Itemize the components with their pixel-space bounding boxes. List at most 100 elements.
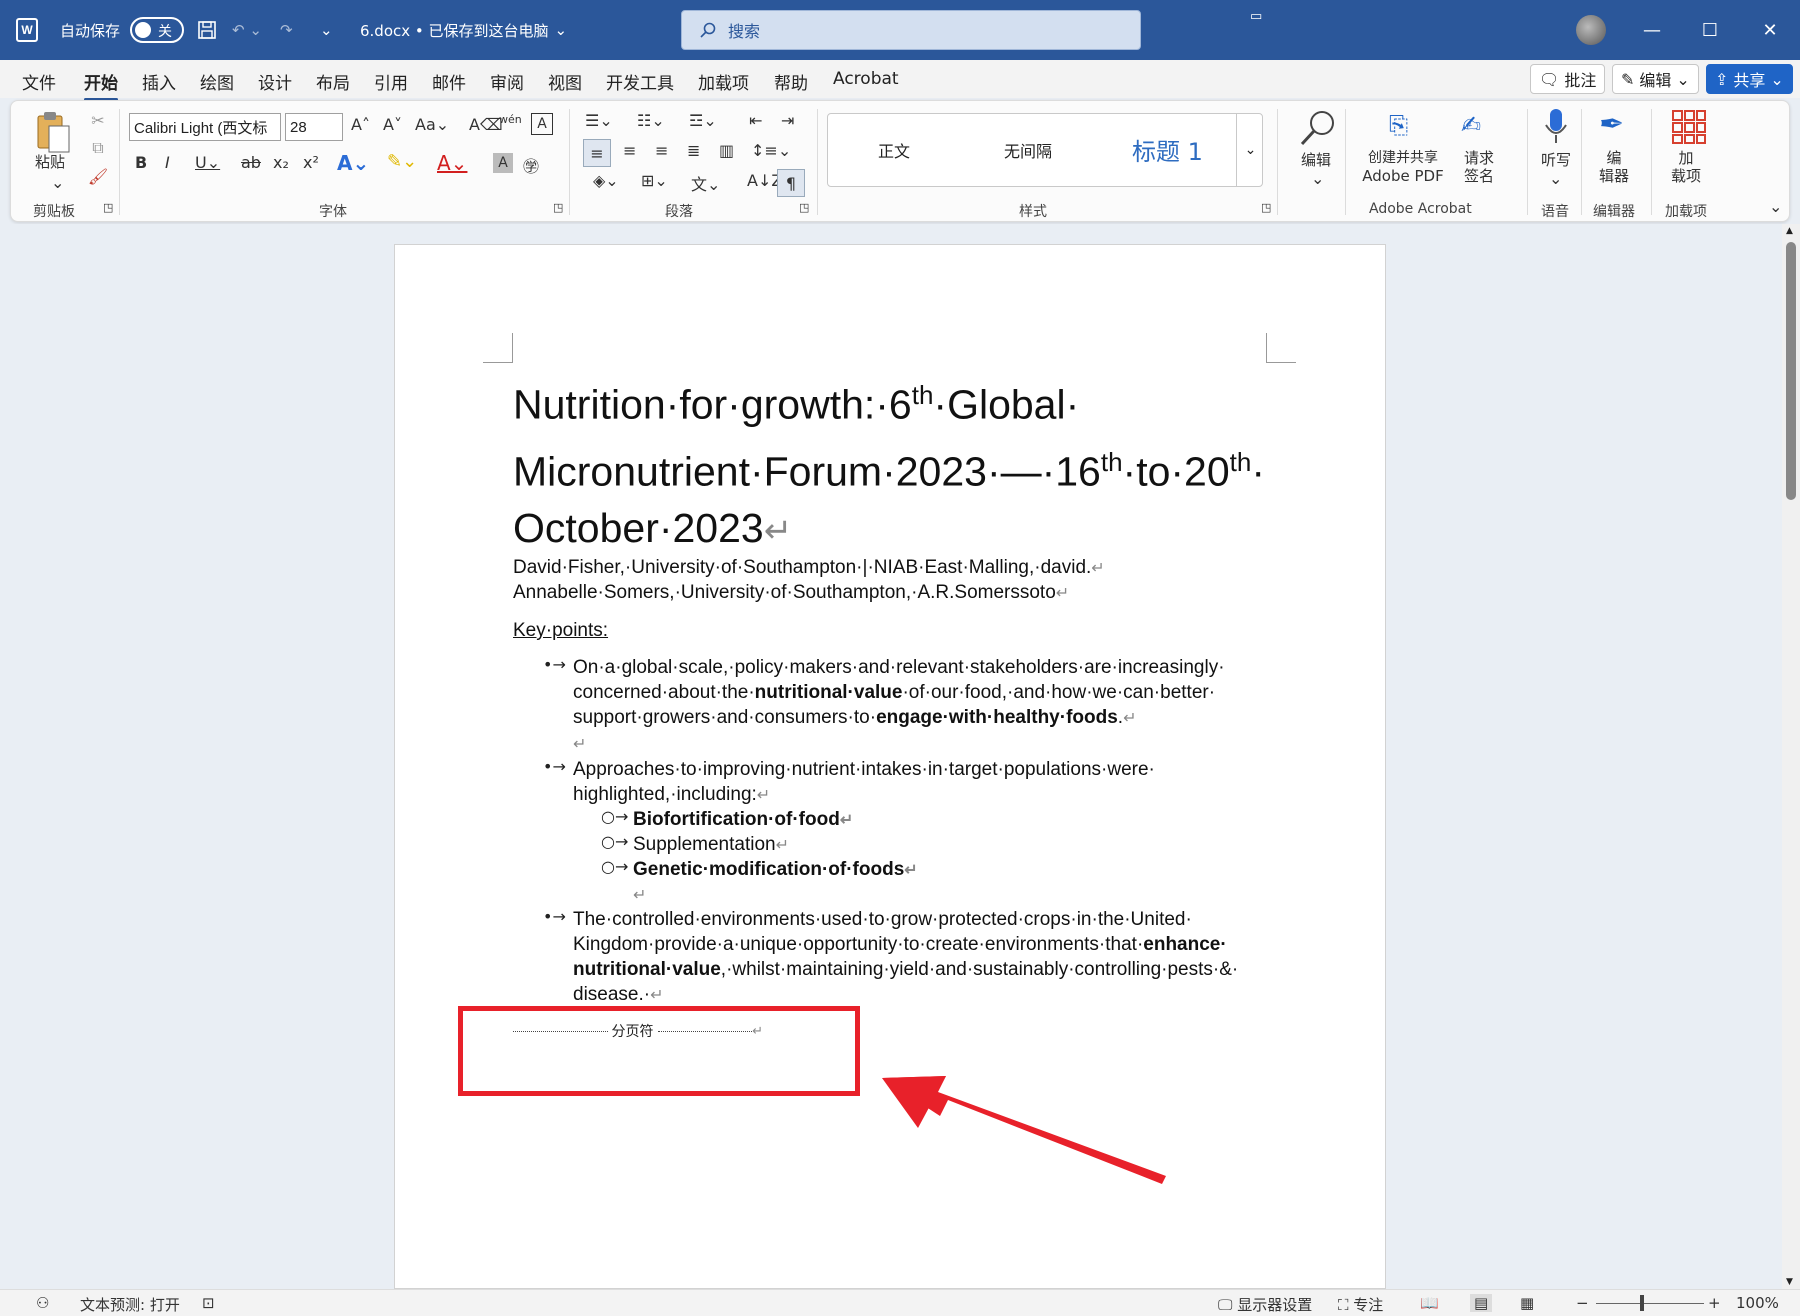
paste-label[interactable]: 粘贴 bbox=[35, 153, 65, 171]
addins-button[interactable]: 加 载项 bbox=[1671, 149, 1701, 185]
increase-indent-icon[interactable]: ⇥ bbox=[781, 111, 794, 130]
dialog-launcher-icon[interactable]: ◳ bbox=[1261, 201, 1271, 214]
find-icon[interactable] bbox=[1297, 107, 1339, 149]
create-pdf-icon[interactable]: ⎘ bbox=[1389, 111, 1408, 139]
tab-design[interactable]: 设计 bbox=[258, 69, 292, 94]
word-app-icon[interactable]: W bbox=[16, 18, 38, 42]
align-right-icon[interactable]: ≡ bbox=[655, 141, 668, 160]
line-spacing-icon[interactable]: ↕≡⌄ bbox=[751, 141, 791, 160]
tab-references[interactable]: 引用 bbox=[374, 69, 408, 94]
bullets-icon[interactable]: ☰⌄ bbox=[585, 111, 613, 130]
justify-icon[interactable]: ≣ bbox=[687, 141, 700, 160]
editor-button[interactable]: 编 辑器 bbox=[1599, 149, 1629, 185]
style-heading-1[interactable]: 标题 1 bbox=[1132, 132, 1203, 167]
empty-paragraph[interactable]: ↵ bbox=[633, 882, 646, 908]
editing-label[interactable]: 编辑 bbox=[1301, 151, 1331, 169]
avatar[interactable] bbox=[1576, 15, 1606, 45]
tab-developer[interactable]: 开发工具 bbox=[606, 69, 674, 94]
tab-home[interactable]: 开始 bbox=[84, 69, 118, 101]
shading-icon[interactable]: ◈⌄ bbox=[593, 171, 619, 190]
numbering-icon[interactable]: ☷⌄ bbox=[637, 111, 665, 130]
read-mode-icon[interactable]: 📖 bbox=[1420, 1294, 1439, 1312]
cut-icon[interactable]: ✂ bbox=[87, 109, 109, 131]
shrink-font-icon[interactable]: A˅ bbox=[383, 115, 402, 134]
chevron-down-icon[interactable]: ⌄ bbox=[1311, 169, 1324, 188]
authors-line-2[interactable]: Annabelle·Somers,·University·of·Southamp… bbox=[513, 580, 1069, 606]
scroll-up-icon[interactable]: ▲ bbox=[1786, 226, 1793, 236]
coauthor-icon[interactable]: ▭ bbox=[1250, 0, 1262, 46]
tab-help[interactable]: 帮助 bbox=[774, 69, 808, 94]
borders-icon[interactable]: ⊞⌄ bbox=[641, 171, 668, 190]
addins-grid-icon[interactable] bbox=[1671, 109, 1707, 145]
collapse-ribbon-icon[interactable]: ⌄ bbox=[1769, 197, 1782, 216]
sub-bullet-2[interactable]: Supplementation↵ bbox=[633, 832, 789, 858]
print-layout-icon[interactable]: ▤ bbox=[1470, 1294, 1493, 1312]
character-shading-icon[interactable]: A bbox=[493, 153, 513, 173]
tab-addins[interactable]: 加载项 bbox=[698, 69, 749, 94]
tab-view[interactable]: 视图 bbox=[548, 69, 582, 94]
macro-record-icon[interactable]: ⊡ bbox=[202, 1294, 215, 1312]
autosave-toggle[interactable]: 关 bbox=[130, 17, 184, 43]
tab-file[interactable]: 文件 bbox=[22, 69, 56, 94]
zoom-slider-thumb[interactable] bbox=[1640, 1295, 1644, 1311]
undo-icon[interactable]: ↶ ⌄ bbox=[232, 0, 262, 60]
change-case-icon[interactable]: Aa⌄ bbox=[415, 115, 449, 134]
character-border-icon[interactable]: A bbox=[531, 113, 553, 135]
key-points-heading[interactable]: Key·points: bbox=[513, 618, 608, 643]
vertical-scrollbar[interactable]: ▲ ▼ bbox=[1782, 224, 1800, 1289]
decrease-indent-icon[interactable]: ⇤ bbox=[749, 111, 762, 130]
tab-mailings[interactable]: 邮件 bbox=[432, 69, 466, 94]
editing-mode-button[interactable]: ✎ 编辑 ⌄ bbox=[1612, 64, 1699, 94]
minimize-button[interactable]: — bbox=[1622, 0, 1682, 60]
request-signature-button[interactable]: 请求 签名 bbox=[1457, 149, 1501, 185]
document-page[interactable]: Nutrition·for·growth:·6th·Global· Micron… bbox=[394, 244, 1386, 1289]
asian-layout-icon[interactable]: 文⌄ bbox=[691, 171, 720, 195]
tab-review[interactable]: 审阅 bbox=[490, 69, 524, 94]
tab-insert[interactable]: 插入 bbox=[142, 69, 176, 94]
chevron-down-icon[interactable]: ⌄ bbox=[1549, 169, 1562, 188]
copy-icon[interactable]: ⧉ bbox=[87, 137, 109, 159]
underline-icon[interactable]: U⌄ bbox=[195, 153, 220, 172]
sub-bullet-3[interactable]: Genetic·modification·of·foods↵ bbox=[633, 857, 918, 883]
strikethrough-icon[interactable]: ab bbox=[241, 153, 261, 172]
font-name-select[interactable]: Calibri Light (西文标 bbox=[129, 113, 281, 141]
show-formatting-marks-icon[interactable]: ¶ bbox=[777, 169, 805, 197]
editor-pen-icon[interactable]: ✒ bbox=[1599, 107, 1624, 142]
dictate-label[interactable]: 听写 bbox=[1541, 151, 1571, 169]
zoom-level[interactable]: 100% bbox=[1736, 1294, 1779, 1312]
bullet-1[interactable]: On·a·global·scale,·policy·makers·and·rel… bbox=[573, 655, 1225, 757]
styles-expand-icon[interactable]: ⌄ bbox=[1236, 114, 1264, 186]
tab-layout[interactable]: 布局 bbox=[316, 69, 350, 94]
dialog-launcher-icon[interactable]: ◳ bbox=[799, 201, 809, 214]
chevron-down-icon[interactable]: ⌄ bbox=[51, 173, 64, 192]
search-box[interactable]: 搜索 bbox=[681, 10, 1141, 50]
scrollbar-thumb[interactable] bbox=[1786, 242, 1796, 500]
style-normal[interactable]: 正文 bbox=[878, 138, 910, 162]
bold-icon[interactable]: B bbox=[135, 153, 147, 172]
display-settings-button[interactable]: 🖵 显示器设置 bbox=[1218, 1294, 1312, 1315]
grow-font-icon[interactable]: A˄ bbox=[351, 115, 370, 134]
bullet-2[interactable]: Approaches·to·improving·nutrient·intakes… bbox=[573, 757, 1155, 808]
font-color-icon[interactable]: A⌄ bbox=[437, 151, 467, 175]
distributed-icon[interactable]: ▥ bbox=[719, 141, 734, 160]
document-title[interactable]: Nutrition·for·growth:·6th·Global· Micron… bbox=[513, 367, 1273, 560]
comments-button[interactable]: 🗨 批注 bbox=[1530, 64, 1606, 94]
align-left-icon[interactable]: ≡ bbox=[583, 139, 611, 167]
highlight-icon[interactable]: ✎⌄ bbox=[387, 151, 417, 172]
text-effects-icon[interactable]: A⌄ bbox=[337, 151, 369, 175]
paste-icon[interactable] bbox=[33, 109, 73, 155]
bullet-3[interactable]: The·controlled·environments·used·to·grow… bbox=[573, 907, 1238, 1008]
tab-draw[interactable]: 绘图 bbox=[200, 69, 234, 94]
close-button[interactable]: ✕ bbox=[1740, 0, 1800, 60]
scroll-down-icon[interactable]: ▼ bbox=[1786, 1277, 1793, 1287]
accessibility-icon[interactable]: ⚇ bbox=[36, 1294, 49, 1312]
create-share-pdf-button[interactable]: 创建并共享 Adobe PDF bbox=[1357, 149, 1449, 185]
style-no-spacing[interactable]: 无间隔 bbox=[1004, 138, 1052, 162]
font-size-select[interactable]: 28 bbox=[285, 113, 343, 141]
microphone-icon[interactable] bbox=[1541, 107, 1571, 147]
phonetic-guide-icon[interactable]: wén bbox=[499, 113, 522, 126]
enclose-character-icon[interactable]: ㊫ bbox=[523, 153, 539, 177]
authors-line-1[interactable]: David·Fisher,·University·of·Southampton·… bbox=[513, 555, 1105, 581]
dialog-launcher-icon[interactable]: ◳ bbox=[103, 201, 113, 214]
zoom-in-icon[interactable]: + bbox=[1708, 1294, 1721, 1312]
